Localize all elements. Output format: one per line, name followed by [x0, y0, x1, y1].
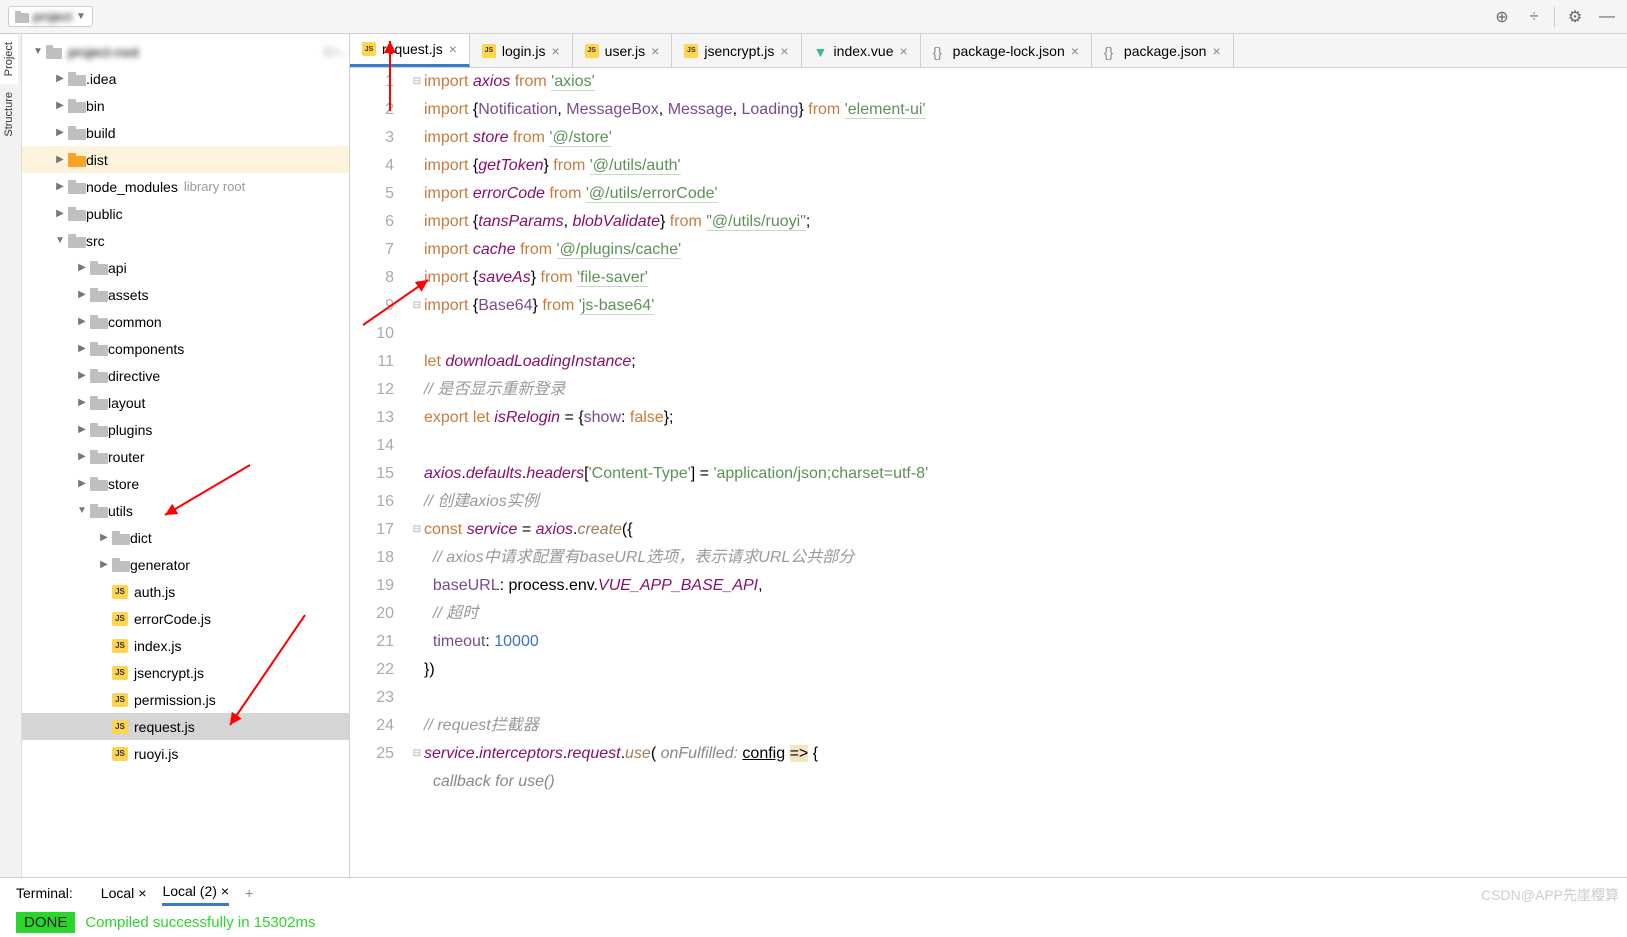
tree-item-directive[interactable]: ▶directive: [22, 362, 349, 389]
close-icon[interactable]: ×: [221, 883, 229, 899]
compile-message: Compiled successfully in 15302ms: [85, 914, 315, 931]
gutter: 1234567891011121314151617181920212223242…: [350, 68, 410, 877]
close-icon[interactable]: ×: [651, 43, 659, 59]
toolbar: project ▼ ⊕ ÷ ⚙ —: [0, 0, 1627, 34]
vtab-structure[interactable]: Structure: [0, 84, 18, 145]
tree-item-auth-js[interactable]: JSauth.js: [22, 578, 349, 605]
vtab-project[interactable]: Project: [0, 34, 18, 84]
tree-item-store[interactable]: ▶store: [22, 470, 349, 497]
vertical-tabs: Project Structure: [0, 34, 22, 877]
tree-item-index-js[interactable]: JSindex.js: [22, 632, 349, 659]
tree-item-generator[interactable]: ▶generator: [22, 551, 349, 578]
tree-item-common[interactable]: ▶common: [22, 308, 349, 335]
tree-item-dict[interactable]: ▶dict: [22, 524, 349, 551]
close-icon[interactable]: ×: [1071, 43, 1079, 59]
project-label: project: [33, 9, 72, 24]
tree-item-components[interactable]: ▶components: [22, 335, 349, 362]
chevron-down-icon: ▼: [76, 11, 86, 22]
target-icon[interactable]: ⊕: [1490, 5, 1514, 29]
terminal-title: Terminal:: [16, 885, 73, 901]
close-icon[interactable]: ×: [780, 43, 788, 59]
tree-item-public[interactable]: ▶public: [22, 200, 349, 227]
tree-item-assets[interactable]: ▶assets: [22, 281, 349, 308]
project-dropdown[interactable]: project ▼: [8, 6, 93, 27]
code-editor[interactable]: 1234567891011121314151617181920212223242…: [350, 68, 1627, 877]
tree-item-api[interactable]: ▶api: [22, 254, 349, 281]
editor-tabs: JSrequest.js×JSlogin.js×JSuser.js×JSjsen…: [350, 34, 1627, 68]
tree-item-errorCode-js[interactable]: JSerrorCode.js: [22, 605, 349, 632]
tree-item-utils[interactable]: ▼utils: [22, 497, 349, 524]
tab-package-json[interactable]: {}package.json×: [1092, 34, 1234, 67]
tab-login-js[interactable]: JSlogin.js×: [470, 34, 573, 67]
tree-item-node_modules[interactable]: ▶node_moduleslibrary root: [22, 173, 349, 200]
terminal-tab-local[interactable]: Local ×: [101, 881, 147, 905]
collapse-icon[interactable]: ÷: [1522, 5, 1546, 29]
tree-item-src[interactable]: ▼src: [22, 227, 349, 254]
project-sidebar: ▼project-rootD:\...▶.idea▶bin▶build▶dist…: [0, 34, 350, 877]
terminal-tabs: Terminal: Local × Local (2) × +: [0, 877, 1627, 907]
fold-column[interactable]: ⊟⊟⊟⊟: [410, 68, 424, 877]
tree-item-layout[interactable]: ▶layout: [22, 389, 349, 416]
code-content[interactable]: import axios from 'axios'import {Notific…: [424, 68, 1627, 877]
close-icon[interactable]: ×: [551, 43, 559, 59]
tree-item-request-js[interactable]: JSrequest.js: [22, 713, 349, 740]
tab-user-js[interactable]: JSuser.js×: [573, 34, 673, 67]
watermark: CSDN@APP先崖樱算: [1481, 885, 1619, 905]
close-icon[interactable]: ×: [1212, 43, 1220, 59]
close-icon[interactable]: ×: [138, 885, 146, 901]
done-badge: DONE: [16, 912, 75, 933]
terminal-tab-local2[interactable]: Local (2) ×: [162, 879, 229, 906]
tree-item-permission-js[interactable]: JSpermission.js: [22, 686, 349, 713]
project-tree[interactable]: ▼project-rootD:\...▶.idea▶bin▶build▶dist…: [22, 34, 349, 877]
close-icon[interactable]: ×: [899, 43, 907, 59]
gear-icon[interactable]: ⚙: [1563, 5, 1587, 29]
minimize-icon[interactable]: —: [1595, 5, 1619, 29]
tab-request-js[interactable]: JSrequest.js×: [350, 34, 470, 67]
tree-item-plugins[interactable]: ▶plugins: [22, 416, 349, 443]
editor-area: JSrequest.js×JSlogin.js×JSuser.js×JSjsen…: [350, 34, 1627, 877]
tree-item-router[interactable]: ▶router: [22, 443, 349, 470]
tab-package-lock-json[interactable]: {}package-lock.json×: [921, 34, 1092, 67]
tree-item-bin[interactable]: ▶bin: [22, 92, 349, 119]
tree-item-ruoyi-js[interactable]: JSruoyi.js: [22, 740, 349, 767]
tree-item-jsencrypt-js[interactable]: JSjsencrypt.js: [22, 659, 349, 686]
add-terminal-icon[interactable]: +: [245, 885, 253, 901]
close-icon[interactable]: ×: [449, 41, 457, 57]
tab-jsencrypt-js[interactable]: JSjsencrypt.js×: [672, 34, 801, 67]
tree-item--idea[interactable]: ▶.idea: [22, 65, 349, 92]
tree-item-dist[interactable]: ▶dist: [22, 146, 349, 173]
terminal-output: DONE Compiled successfully in 15302ms: [0, 907, 1627, 937]
tree-item-build[interactable]: ▶build: [22, 119, 349, 146]
tab-index-vue[interactable]: ▼index.vue×: [802, 34, 921, 67]
